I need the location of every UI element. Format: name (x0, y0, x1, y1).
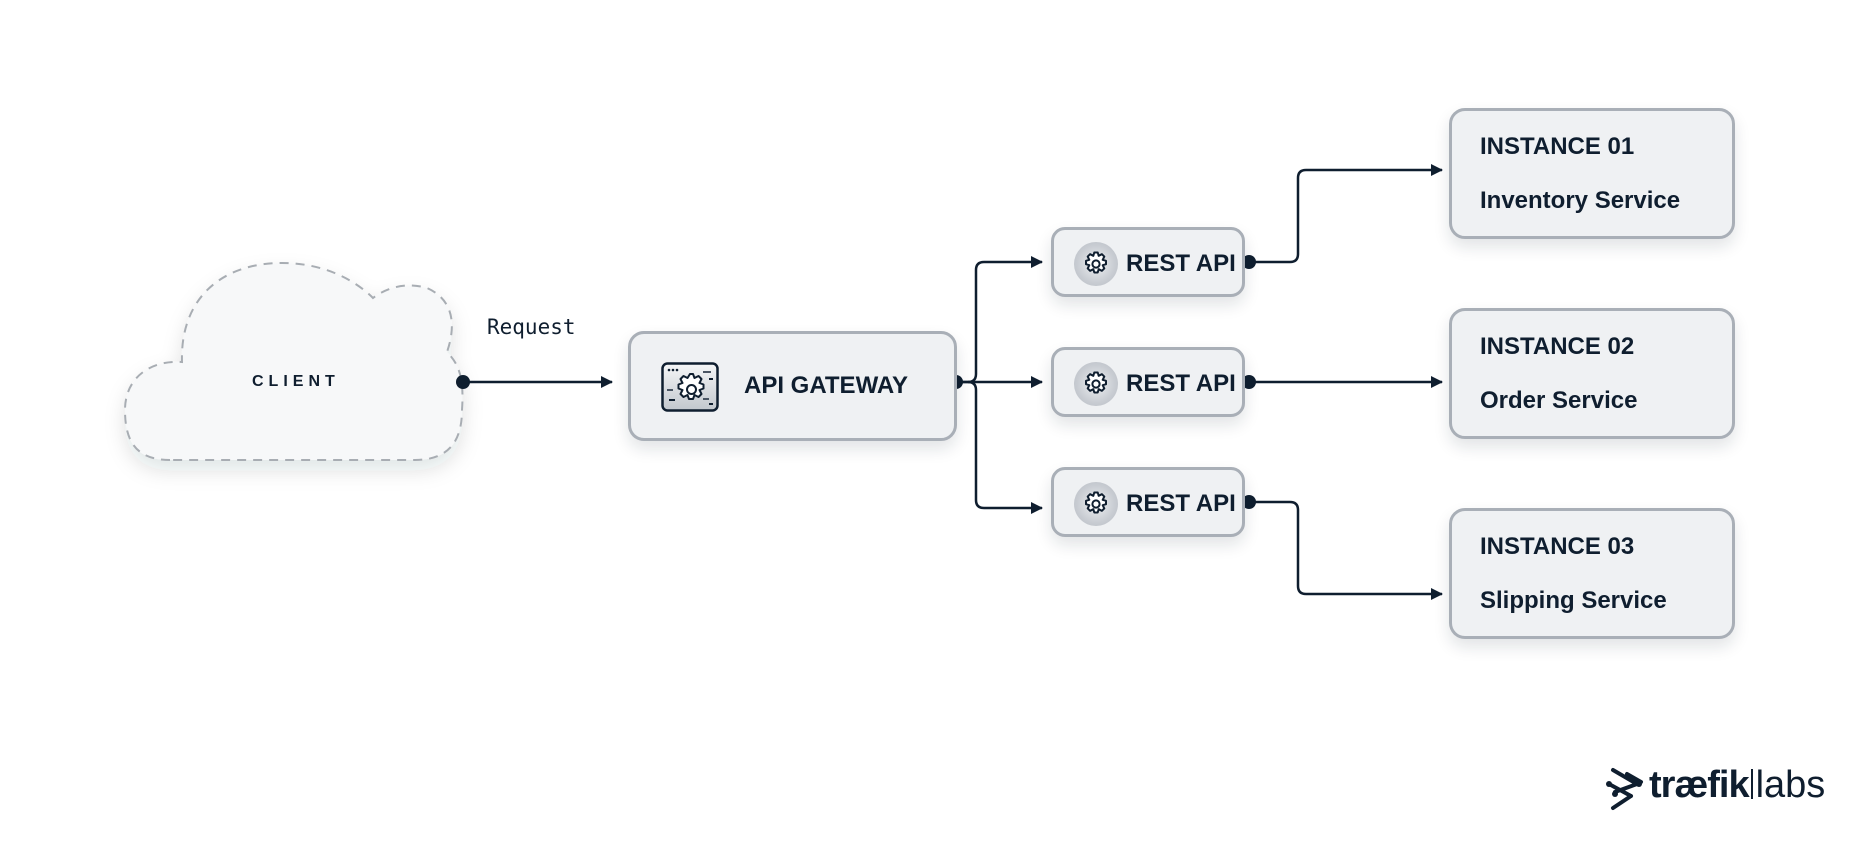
api-gateway-node[interactable]: API GATEWAY (628, 331, 957, 441)
rest-api-node-3[interactable]: REST API (1051, 467, 1245, 537)
gear-icon (1074, 242, 1118, 286)
brand-name-bold: træfik (1649, 764, 1750, 806)
instance-service-name: Slipping Service (1480, 587, 1667, 614)
rest-api-label: REST API (1126, 370, 1236, 397)
traefik-logo-mark-icon (1606, 768, 1643, 810)
instance-title: INSTANCE 01 (1480, 133, 1635, 160)
request-edge-label: Request (487, 315, 576, 339)
brand-wordmark: træfik labs (1649, 764, 1825, 807)
instance-service-name: Order Service (1480, 387, 1638, 414)
rest-api-label: REST API (1126, 250, 1236, 277)
rest-api-node-1[interactable]: REST API (1051, 227, 1245, 297)
rest-api-node-2[interactable]: REST API (1051, 347, 1245, 417)
gear-icon (1074, 482, 1118, 526)
instance-service-name: Inventory Service (1480, 187, 1681, 214)
gateway-to-rest-api-1-edge (956, 256, 1043, 384)
gateway-to-rest-api-3-edge (967, 380, 1043, 514)
brand-name-light: labs (1755, 764, 1826, 806)
api-gateway-label: API GATEWAY (744, 372, 909, 399)
brand-separator (1750, 769, 1753, 799)
instance-title: INSTANCE 02 (1480, 333, 1635, 360)
rest-api-1-to-instance-01-edge (1249, 164, 1443, 264)
instance-node-03[interactable]: INSTANCE 03 Slipping Service (1449, 508, 1735, 639)
client-cloud (123, 261, 464, 461)
gear-icon (1074, 362, 1118, 406)
rest-api-label: REST API (1126, 490, 1236, 517)
rest-api-3-to-instance-03-edge (1249, 500, 1443, 600)
instance-title: INSTANCE 03 (1480, 533, 1635, 560)
gear-window-icon (661, 362, 719, 412)
instance-node-02[interactable]: INSTANCE 02 Order Service (1449, 308, 1735, 439)
instance-node-01[interactable]: INSTANCE 01 Inventory Service (1449, 108, 1735, 239)
client-label: CLIENT (252, 373, 340, 390)
